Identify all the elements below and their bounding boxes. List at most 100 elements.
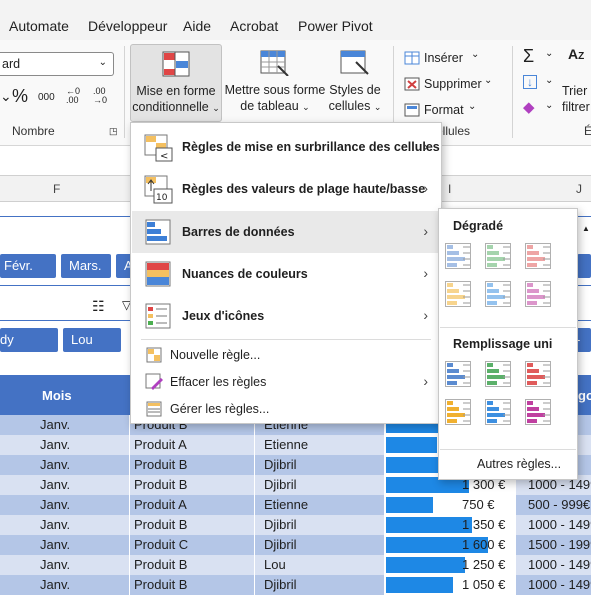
slicer-month-right[interactable] bbox=[577, 254, 591, 278]
tab-power-pivot[interactable]: Power Pivot bbox=[298, 18, 373, 34]
chevron-down-icon: ⌄ bbox=[212, 103, 220, 113]
cell-range[interactable]: 1500 - 1999€ bbox=[528, 537, 591, 552]
format-as-table-button[interactable]: Mettre sous forme de tableau ⌄ bbox=[224, 44, 326, 122]
column-header-i[interactable]: I bbox=[448, 182, 451, 196]
format-button[interactable]: Format ⌄ bbox=[402, 100, 492, 122]
solid-data-bar-option[interactable] bbox=[445, 361, 471, 387]
cell-month[interactable]: Janv. bbox=[40, 557, 70, 572]
gradient-data-bar-option[interactable] bbox=[525, 281, 551, 307]
menu-item-color-scales[interactable]: Nuances de couleurs › bbox=[132, 253, 440, 295]
percent-button[interactable]: % bbox=[12, 86, 28, 107]
sort-filter-button[interactable]: Trier filtrer bbox=[562, 83, 590, 115]
decrease-decimal-icon[interactable]: .00 →0 bbox=[93, 87, 107, 105]
gradient-data-bar-option[interactable] bbox=[485, 281, 511, 307]
more-rules-item[interactable]: Autres règles... bbox=[477, 457, 561, 471]
cell-amount-value[interactable]: 1 250 € bbox=[462, 557, 505, 572]
multi-select-icon[interactable]: ☷ bbox=[92, 298, 105, 315]
delete-button[interactable]: Supprimer ⌄ bbox=[402, 74, 492, 96]
cell-amount-value[interactable]: 1 350 € bbox=[462, 517, 505, 532]
sort-filter-icon[interactable]: AZ bbox=[568, 46, 584, 62]
cell-amount-value[interactable]: 750 € bbox=[462, 497, 495, 512]
menu-item-clear-rules[interactable]: Effacer les règles › bbox=[132, 368, 440, 396]
menu-icon-badge: 10 bbox=[156, 193, 168, 203]
thousands-separator-button[interactable]: 000 bbox=[38, 92, 55, 103]
cell-gridline bbox=[129, 495, 130, 515]
cell-gridline bbox=[254, 475, 255, 495]
sum-icon[interactable]: Σ bbox=[523, 46, 534, 67]
cell-name[interactable]: Djibril bbox=[264, 537, 297, 552]
cell-month[interactable]: Janv. bbox=[40, 517, 70, 532]
column-title-mois[interactable]: Mois bbox=[42, 388, 72, 403]
solid-data-bar-option[interactable] bbox=[525, 399, 551, 425]
increase-decimal-icon[interactable]: ←0.00 bbox=[66, 87, 80, 105]
cell-month[interactable]: Janv. bbox=[40, 417, 70, 432]
cell-product[interactable]: Produit A bbox=[134, 437, 187, 452]
chevron-down-icon: ⌄ bbox=[302, 102, 310, 112]
menu-label: Règles des valeurs de plage haute/basse bbox=[182, 182, 426, 196]
slicer-month-mars[interactable]: Mars. bbox=[61, 254, 111, 278]
menu-item-highlight-rules[interactable]: < Règles de mise en surbrillance des cel… bbox=[132, 127, 440, 169]
slicer-scroll-up-icon[interactable]: ▲ bbox=[582, 224, 590, 233]
cell-name[interactable]: Djibril bbox=[264, 477, 297, 492]
column-header-j[interactable]: J bbox=[576, 182, 582, 196]
menu-item-icon-sets[interactable]: Jeux d'icônes › bbox=[132, 295, 440, 337]
cell-month[interactable]: Janv. bbox=[40, 477, 70, 492]
cell-range[interactable]: 500 - 999€ bbox=[528, 497, 590, 512]
cell-product[interactable]: Produit B bbox=[134, 477, 187, 492]
cell-name[interactable]: Etienne bbox=[264, 437, 308, 452]
top-bottom-rules-icon: 10 bbox=[144, 175, 173, 204]
solid-data-bar-option[interactable] bbox=[485, 399, 511, 425]
fill-icon[interactable]: ↓ bbox=[523, 75, 537, 89]
slicer-name-andy[interactable]: dy bbox=[0, 328, 58, 352]
cell-name[interactable]: Etienne bbox=[264, 497, 308, 512]
tab-automate[interactable]: Automate bbox=[9, 18, 69, 34]
cell-name[interactable]: Lou bbox=[264, 557, 286, 572]
table-row: Janv. Produit C Djibril 1 600 € 1500 - 1999€ bbox=[0, 535, 591, 555]
slicer-name-lou[interactable]: Lou bbox=[63, 328, 121, 352]
cell-styles-button[interactable]: Styles de cellules ⌄ bbox=[326, 44, 384, 122]
solid-data-bar-option[interactable] bbox=[525, 361, 551, 387]
cell-product[interactable]: Produit A bbox=[134, 497, 187, 512]
cell-range[interactable]: 1000 - 1499€ bbox=[528, 557, 591, 572]
conditional-formatting-button[interactable]: Mise en forme conditionnelle ⌄ bbox=[130, 44, 222, 122]
slicer-label: Mars. bbox=[69, 258, 102, 273]
cf-button-label-1: Mise en forme bbox=[136, 84, 216, 98]
dialog-launcher-icon[interactable]: ◳ bbox=[109, 126, 118, 137]
tab-acrobat[interactable]: Acrobat bbox=[230, 18, 278, 34]
gradient-fill-heading: Dégradé bbox=[453, 219, 504, 233]
menu-item-manage-rules[interactable]: Gérer les règles... bbox=[132, 396, 440, 422]
menu-item-data-bars[interactable]: Barres de données › bbox=[132, 211, 440, 253]
cell-range[interactable]: 1000 - 1499€ bbox=[528, 517, 591, 532]
gradient-data-bar-option[interactable] bbox=[485, 243, 511, 269]
cell-product[interactable]: Produit B bbox=[134, 557, 187, 572]
column-title-right[interactable]: go bbox=[578, 388, 591, 403]
cell-product[interactable]: Produit C bbox=[134, 537, 188, 552]
menu-item-new-rule[interactable]: Nouvelle règle... bbox=[132, 342, 440, 368]
cell-gridline bbox=[254, 515, 255, 535]
cell-name[interactable]: Djibril bbox=[264, 457, 297, 472]
cell-month[interactable]: Janv. bbox=[40, 497, 70, 512]
clear-eraser-icon[interactable]: ◆ bbox=[523, 98, 535, 116]
cell-amount-value[interactable]: 1 600 € bbox=[462, 537, 505, 552]
data-bar-swatch-icon bbox=[445, 399, 471, 425]
gradient-data-bar-option[interactable] bbox=[445, 243, 471, 269]
gradient-data-bar-option[interactable] bbox=[445, 281, 471, 307]
solid-data-bar-option[interactable] bbox=[445, 399, 471, 425]
cell-product[interactable]: Produit B bbox=[134, 457, 187, 472]
cell-month[interactable]: Janv. bbox=[40, 537, 70, 552]
chevron-right-icon: › bbox=[423, 307, 428, 323]
menu-item-top-bottom-rules[interactable]: 10 Règles des valeurs de plage haute/bas… bbox=[132, 169, 440, 211]
currency-format-icon[interactable]: ⌄ bbox=[0, 88, 12, 105]
number-format-dropdown[interactable]: ard ⌄ bbox=[0, 52, 114, 76]
tab-aide[interactable]: Aide bbox=[183, 18, 211, 34]
insert-button[interactable]: Insérer ⌄ bbox=[402, 48, 492, 70]
tab-developpeur[interactable]: Développeur bbox=[88, 18, 167, 34]
column-header-f[interactable]: F bbox=[53, 182, 60, 196]
cell-month[interactable]: Janv. bbox=[40, 437, 70, 452]
solid-data-bar-option[interactable] bbox=[485, 361, 511, 387]
cell-name[interactable]: Djibril bbox=[264, 517, 297, 532]
slicer-month-fevr[interactable]: Févr. bbox=[0, 254, 56, 278]
gradient-data-bar-option[interactable] bbox=[525, 243, 551, 269]
cell-month[interactable]: Janv. bbox=[40, 457, 70, 472]
cell-product[interactable]: Produit B bbox=[134, 517, 187, 532]
